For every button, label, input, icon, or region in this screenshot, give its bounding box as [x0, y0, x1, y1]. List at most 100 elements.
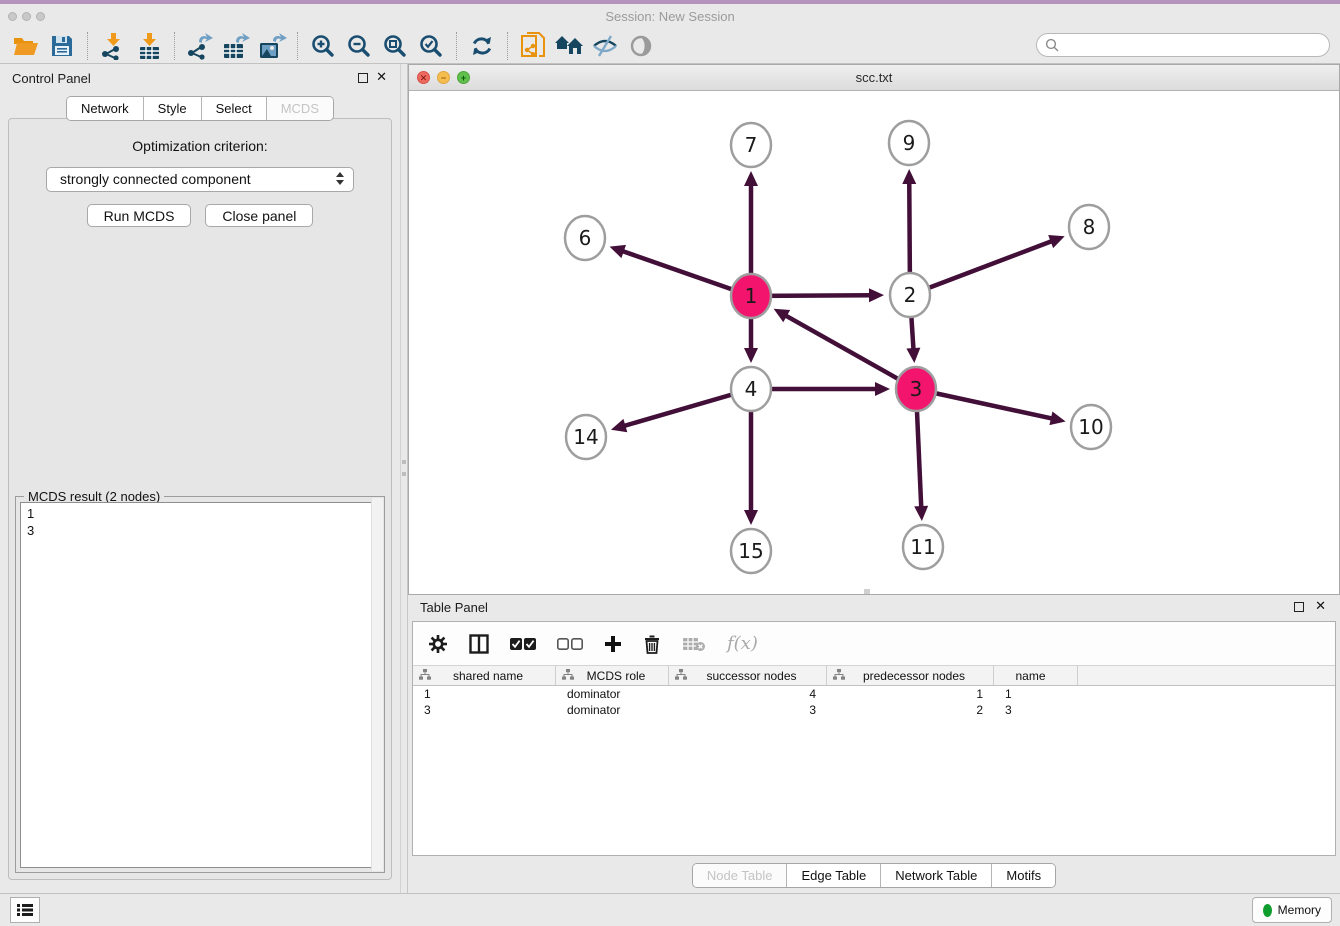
task-history-button[interactable]: [10, 897, 40, 923]
show-panel-eye-icon[interactable]: [626, 31, 656, 61]
graph-node-label: 9: [903, 131, 916, 155]
zoom-selected-icon[interactable]: [416, 31, 446, 61]
close-panel-icon[interactable]: ✕: [376, 70, 387, 84]
control-panel-title: Control Panel: [12, 71, 91, 86]
table-panel-header: Table Panel ✕: [408, 595, 1340, 619]
table-cell[interactable]: dominator: [556, 702, 669, 718]
edge-arrowhead: [611, 419, 627, 432]
table-float-icon[interactable]: [1294, 602, 1304, 612]
column-header-predecessor-nodes[interactable]: predecessor nodes: [827, 666, 994, 685]
tab-select[interactable]: Select: [202, 97, 267, 120]
column-tree-icon: [419, 669, 431, 683]
table-settings-gear-icon[interactable]: [428, 629, 448, 659]
table-close-icon[interactable]: ✕: [1315, 599, 1326, 613]
open-session-icon[interactable]: [11, 31, 41, 61]
memory-button-label: Memory: [1278, 903, 1321, 917]
select-all-columns-icon[interactable]: [510, 629, 536, 659]
home-icon[interactable]: [554, 31, 584, 61]
edge-arrowhead: [744, 348, 758, 363]
edge-3-1[interactable]: [785, 315, 916, 389]
mcds-result-scrollbar[interactable]: [371, 498, 383, 871]
graph-node-label: 2: [904, 283, 917, 307]
node-table-header: shared nameMCDS role successor nodesprede…: [413, 666, 1335, 686]
search-input[interactable]: [1036, 33, 1330, 57]
delete-table-icon: [682, 629, 706, 659]
table-cell[interactable]: 1: [994, 686, 1078, 702]
float-panel-icon[interactable]: [358, 73, 368, 83]
column-header-shared-name[interactable]: shared name: [413, 666, 556, 685]
application-window: Session: New Session: [0, 0, 1340, 926]
control-panel: Control Panel ✕ NetworkStyleSelectMCDS O…: [0, 64, 400, 893]
app-title: Session: New Session: [0, 9, 1340, 24]
zoom-fit-icon[interactable]: [380, 31, 410, 61]
toolbar-separator: [87, 32, 88, 60]
status-bar: Memory: [0, 893, 1340, 926]
panel-splitter[interactable]: [400, 64, 408, 893]
memory-button[interactable]: Memory: [1252, 897, 1332, 923]
network-window-title: scc.txt: [409, 70, 1339, 85]
zoom-out-icon[interactable]: [344, 31, 374, 61]
import-network-icon[interactable]: [98, 31, 128, 61]
column-header-label: successor nodes: [687, 669, 826, 683]
table-cell[interactable]: 3: [669, 702, 827, 718]
graph-node-label: 8: [1083, 215, 1096, 239]
edge-arrowhead: [902, 169, 916, 184]
export-table-icon[interactable]: [221, 31, 251, 61]
create-column-icon[interactable]: [604, 629, 622, 659]
criterion-dropdown[interactable]: strongly connected component: [46, 167, 354, 192]
export-image-icon[interactable]: [257, 31, 287, 61]
zoom-in-icon[interactable]: [308, 31, 338, 61]
delete-column-trash-icon[interactable]: [643, 629, 661, 659]
table-cell[interactable]: 2: [827, 702, 994, 718]
node-table: shared nameMCDS role successor nodesprede…: [413, 666, 1335, 718]
table-row[interactable]: 3dominator323: [413, 702, 1335, 718]
table-cell[interactable]: 4: [669, 686, 827, 702]
clone-network-icon[interactable]: [518, 31, 548, 61]
save-session-icon[interactable]: [47, 31, 77, 61]
table-tab-network-table[interactable]: Network Table: [881, 864, 992, 887]
splitter-grip: [402, 460, 406, 464]
table-tab-node-table[interactable]: Node Table: [693, 864, 788, 887]
table-cell[interactable]: 1: [827, 686, 994, 702]
graph-node-label: 7: [745, 133, 758, 157]
node-table-container: f(x) shared nameMCDS rolesuccessor nodes…: [412, 621, 1336, 856]
tab-network[interactable]: Network: [67, 97, 144, 120]
mcds-result-group: MCDS result (2 nodes) 1 3: [15, 496, 385, 873]
optimization-criterion-label: Optimization criterion:: [9, 138, 391, 154]
tab-mcds[interactable]: MCDS: [267, 97, 333, 120]
edge-2-8[interactable]: [910, 241, 1053, 295]
export-network-icon[interactable]: [185, 31, 215, 61]
network-window-titlebar[interactable]: ✕ − + scc.txt: [409, 65, 1339, 91]
column-header-name[interactable]: name: [994, 666, 1078, 685]
table-cell[interactable]: dominator: [556, 686, 669, 702]
edge-arrowhead: [744, 171, 758, 186]
show-columns-icon[interactable]: [469, 629, 489, 659]
table-cell[interactable]: 1: [413, 686, 556, 702]
table-panel-title: Table Panel: [420, 600, 488, 615]
unselect-all-columns-icon[interactable]: [557, 629, 583, 659]
refresh-view-icon[interactable]: [467, 31, 497, 61]
import-table-icon[interactable]: [134, 31, 164, 61]
table-row[interactable]: 1dominator411: [413, 686, 1335, 702]
toolbar-separator: [507, 32, 508, 60]
mcds-result-text[interactable]: 1 3: [20, 502, 380, 868]
canvas-resize-grip[interactable]: [864, 589, 870, 594]
close-panel-button[interactable]: Close panel: [205, 204, 313, 227]
tab-style[interactable]: Style: [144, 97, 202, 120]
toolbar-separator: [456, 32, 457, 60]
table-tab-edge-table[interactable]: Edge Table: [787, 864, 881, 887]
graph-node-label: 3: [910, 377, 923, 401]
hide-panel-eye-icon[interactable]: [590, 31, 620, 61]
search-icon: [1045, 38, 1059, 57]
table-cell[interactable]: 3: [994, 702, 1078, 718]
table-cell[interactable]: 3: [413, 702, 556, 718]
table-tab-motifs[interactable]: Motifs: [992, 864, 1055, 887]
column-header-MCDS-role[interactable]: MCDS role: [556, 666, 669, 685]
search-field-wrap: [1036, 33, 1330, 57]
run-mcds-button[interactable]: Run MCDS: [87, 204, 192, 227]
column-header-successor-nodes[interactable]: successor nodes: [669, 666, 827, 685]
graph-node-label: 10: [1078, 415, 1103, 439]
network-canvas[interactable]: 1234678910111415: [409, 91, 1339, 594]
edge-arrowhead: [1049, 411, 1065, 425]
toolbar-separator: [174, 32, 175, 60]
